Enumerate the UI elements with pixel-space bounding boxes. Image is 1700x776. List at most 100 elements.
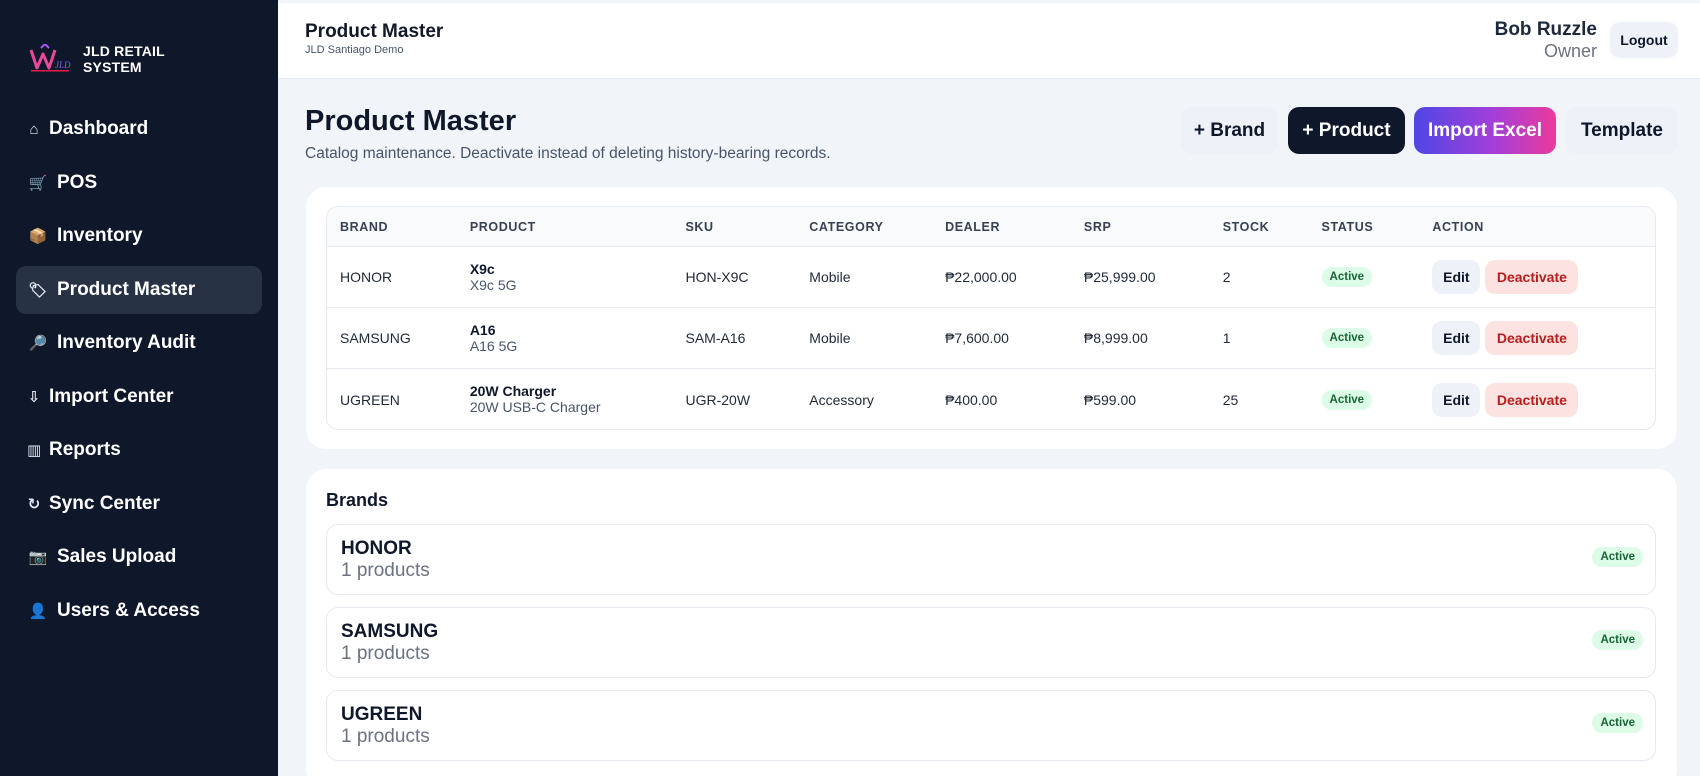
deactivate-button[interactable]: Deactivate: [1485, 321, 1579, 355]
sidebar-item-inventory[interactable]: 📦 Inventory: [16, 212, 262, 260]
edit-button[interactable]: Edit: [1432, 321, 1481, 355]
sidebar-item-label: Sync Center: [49, 492, 160, 514]
sidebar: JLD JLD RETAIL SYSTEM ⌂ Dashboard 🛒 POS 📦 Inv…: [0, 0, 278, 776]
sidebar-item-inventory-audit[interactable]: 🔎 Inventory Audit: [16, 319, 262, 367]
topbar-subtitle: JLD Santiago Demo: [305, 44, 404, 56]
sidebar-item-label: Import Center: [49, 385, 174, 407]
user-icon: 👤: [28, 602, 48, 620]
table-row: SAMSUNG A16 A16 5G SAM-A16 Mobile ₱7,600…: [327, 308, 1655, 369]
cell-stock: 1: [1222, 330, 1231, 346]
cell-sku: HON-X9C: [685, 269, 749, 285]
cell-product: A16 A16 5G: [457, 322, 673, 355]
products-table: BRAND PRODUCT SKU CATEGORY DEALER SRP ST…: [326, 206, 1656, 430]
cell-dealer: ₱400.00: [945, 391, 998, 408]
column-header-dealer: DEALER: [945, 219, 1001, 234]
status-badge: Active: [1592, 713, 1643, 733]
sidebar-item-sales-upload[interactable]: 📷 Sales Upload: [16, 533, 262, 581]
app-brand: JLD JLD RETAIL SYSTEM: [0, 0, 278, 84]
sidebar-item-label: Inventory Audit: [57, 332, 196, 353]
cell-status: Active: [1309, 267, 1420, 287]
brands-title: Brands: [326, 490, 389, 510]
add-brand-button[interactable]: + Brand: [1181, 107, 1278, 154]
cell-dealer: ₱22,000.00: [945, 269, 1017, 285]
deactivate-button[interactable]: Deactivate: [1485, 260, 1579, 294]
topbar: Product Master JLD Santiago Demo Bob Ruz…: [278, 3, 1700, 79]
cell-dealer: ₱7,600.00: [945, 330, 1009, 346]
app-logo: JLD: [27, 44, 73, 74]
brand-product-count: 1 products: [341, 560, 430, 581]
sidebar-nav: ⌂ Dashboard 🛒 POS 📦 Inventory 🏷 Product Master 🔎…: [0, 84, 278, 635]
cell-brand: UGREEN: [340, 391, 400, 408]
status-badge: Active: [1321, 389, 1373, 410]
cell-category: Mobile: [809, 330, 851, 346]
sidebar-item-sync-center[interactable]: ↻ Sync Center: [16, 480, 262, 528]
column-header-status: STATUS: [1321, 219, 1374, 234]
cell-product: X9c X9c 5G: [457, 261, 673, 294]
user-role: Owner: [1543, 41, 1597, 61]
cell-actions: Edit Deactivate: [1419, 321, 1655, 355]
product-variant: X9c 5G: [469, 276, 517, 293]
cell-status: Active: [1309, 328, 1420, 348]
brand-name: SAMSUNG: [341, 621, 439, 642]
brand-list-item[interactable]: UGREEN 1 products Active: [326, 690, 1656, 761]
cell-sku: SAM-A16: [685, 330, 746, 346]
column-header-stock: STOCK: [1222, 219, 1270, 234]
cell-stock: 2: [1222, 269, 1231, 285]
cell-srp: ₱599.00: [1083, 391, 1137, 408]
import-excel-button[interactable]: Import Excel: [1414, 107, 1556, 154]
product-name: A16: [469, 321, 496, 338]
column-header-category: CATEGORY: [809, 219, 884, 234]
brand-product-count: 1 products: [341, 643, 430, 664]
box-icon: 📦: [28, 228, 48, 245]
sidebar-item-dashboard[interactable]: ⌂ Dashboard: [16, 105, 262, 153]
sidebar-item-reports[interactable]: ▥ Reports: [16, 426, 262, 474]
product-name: 20W Charger: [469, 383, 557, 399]
brand-list-item[interactable]: SAMSUNG 1 products Active: [326, 607, 1656, 678]
column-header-product: PRODUCT: [469, 219, 536, 234]
status-badge: Active: [1321, 328, 1373, 348]
sidebar-item-product-master[interactable]: 🏷 Product Master: [16, 265, 262, 314]
refresh-icon: ↻: [27, 495, 41, 513]
bar-chart-icon: ▥: [27, 442, 42, 459]
status-badge: Active: [1592, 630, 1643, 650]
magnifier-icon: 🔎: [28, 335, 48, 352]
page-title: Product Master: [305, 105, 517, 137]
deactivate-button[interactable]: Deactivate: [1485, 382, 1579, 417]
product-name: X9c: [469, 260, 495, 277]
user-name: Bob Ruzzle: [1494, 19, 1597, 40]
cell-brand: SAMSUNG: [340, 330, 411, 346]
cell-stock: 25: [1222, 391, 1239, 408]
tag-icon: 🏷: [28, 281, 48, 299]
template-button[interactable]: Template: [1566, 107, 1678, 154]
logout-button[interactable]: Logout: [1610, 22, 1678, 58]
sidebar-item-label: Dashboard: [49, 118, 149, 139]
camera-icon: 📷: [28, 549, 48, 566]
sidebar-item-import-center[interactable]: ⇩ Import Center: [16, 373, 262, 421]
sidebar-item-label: POS: [57, 171, 98, 193]
table-row: HONOR X9c X9c 5G HON-X9C Mobile ₱22,000.…: [327, 247, 1655, 308]
table-row: UGREEN 20W Charger 20W USB-C Charger UGR…: [327, 369, 1655, 429]
sidebar-item-pos[interactable]: 🛒 POS: [16, 159, 262, 207]
home-icon: ⌂: [29, 120, 39, 138]
edit-button[interactable]: Edit: [1432, 382, 1481, 417]
add-product-button[interactable]: + Product: [1288, 107, 1405, 154]
cell-srp: ₱8,999.00: [1083, 330, 1148, 346]
cart-icon: 🛒: [28, 174, 48, 192]
page-description: Catalog maintenance. Deactivate instead …: [305, 145, 831, 162]
svg-text:JLD: JLD: [55, 60, 71, 70]
brand-name: UGREEN: [341, 704, 423, 725]
sidebar-item-label: Product Master: [57, 278, 196, 300]
cell-brand: HONOR: [340, 269, 393, 285]
product-variant: 20W USB-C Charger: [469, 399, 601, 415]
cell-product: 20W Charger 20W USB-C Charger: [457, 383, 673, 416]
cell-sku: UGR-20W: [685, 391, 751, 408]
brands-card: Brands HONOR 1 products Active SAMSUNG 1…: [306, 469, 1677, 776]
cell-srp: ₱25,999.00: [1083, 269, 1156, 285]
column-header-action: ACTION: [1432, 219, 1484, 234]
topbar-title: Product Master: [305, 21, 444, 42]
sidebar-item-users-access[interactable]: 👤 Users & Access: [16, 587, 262, 635]
edit-button[interactable]: Edit: [1432, 260, 1481, 294]
column-header-sku: SKU: [685, 219, 714, 234]
brand-list-item[interactable]: HONOR 1 products Active: [326, 524, 1656, 595]
brand-name: HONOR: [341, 538, 412, 559]
